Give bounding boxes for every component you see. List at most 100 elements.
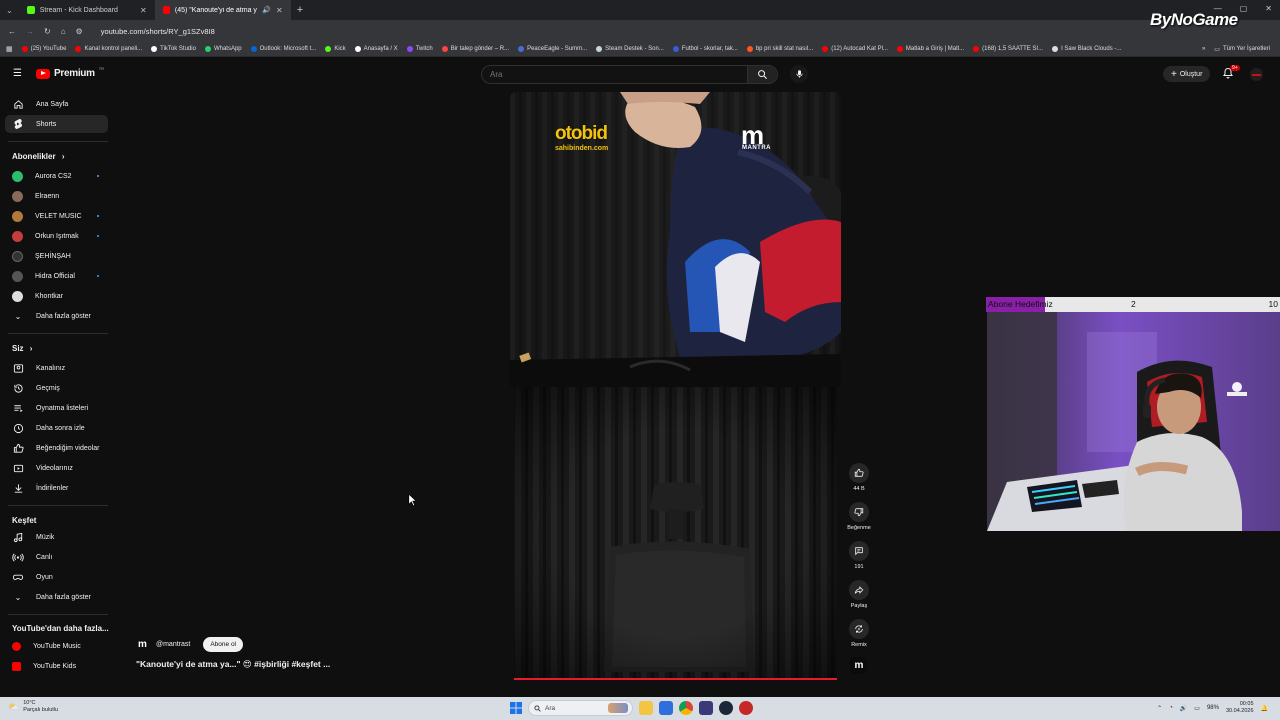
weather-widget[interactable]: ⛅ 10°C Parçalı bulutlu <box>8 700 58 714</box>
sidebar-item-subscription[interactable]: Elraenn <box>5 187 108 205</box>
bookmark[interactable]: (25) YouTube <box>21 46 66 52</box>
taskbar-search[interactable]: Ara <box>528 700 633 716</box>
avatar[interactable] <box>1250 68 1263 81</box>
sidebar-item-playlists[interactable]: Oynatma listeleri <box>5 399 108 417</box>
clock[interactable]: 00:05 30.04.2026 <box>1226 701 1254 715</box>
sidebar-item-history[interactable]: Geçmiş <box>5 379 108 397</box>
close-icon[interactable]: ✕ <box>276 6 283 15</box>
apps-icon[interactable]: ▦ <box>6 45 13 53</box>
show-hidden-icons-icon[interactable]: ⌃ <box>1157 705 1162 712</box>
shorts-video-bottom[interactable] <box>514 387 837 680</box>
bookmark[interactable]: Anasayfa / X <box>354 46 398 52</box>
sidebar-item-subscription[interactable]: Aurora CS2 <box>5 167 108 185</box>
bookmark[interactable]: Outlook: Microsoft t... <box>250 46 316 52</box>
sidebar-item-downloads[interactable]: İndirilenler <box>5 479 108 497</box>
tab-youtube-short[interactable]: (45) "Kanoute'yi de atma ya... 🔊 ✕ <box>154 0 291 20</box>
forward-icon[interactable]: → <box>26 27 34 36</box>
menu-icon[interactable]: ☰ <box>13 68 22 79</box>
short-title[interactable]: "Kanoute'yi de atma ya..." 😍 #işbirliği … <box>136 659 330 670</box>
bookmark[interactable]: Kanal kontrol paneli... <box>75 46 142 52</box>
record-app-icon[interactable] <box>739 701 753 715</box>
remix-button[interactable] <box>849 619 869 639</box>
bookmark[interactable]: I Saw Black Clouds -... <box>1052 46 1121 52</box>
bookmark[interactable]: PeaceEagle - Summ... <box>518 46 587 52</box>
sidebar-item-subscription[interactable]: Khontkar <box>5 287 108 305</box>
comment-icon <box>855 547 863 556</box>
url-field[interactable]: youtube.com/shorts/RY_g1SZv8I8 <box>101 27 215 36</box>
like-icon <box>11 443 25 454</box>
create-button[interactable]: + Oluştur <box>1163 66 1211 82</box>
volume-icon[interactable]: 🔊 <box>1180 705 1187 712</box>
more-bookmarks-icon[interactable]: » <box>1202 46 1205 52</box>
sidebar-item-music[interactable]: Müzik <box>5 528 108 546</box>
channel-thumbnail-logo[interactable]: m <box>850 657 867 674</box>
mail-app-icon[interactable] <box>659 701 673 715</box>
tab-list-icon[interactable]: ⌄ <box>6 6 13 15</box>
maximize-icon[interactable]: ▢ <box>1240 4 1248 13</box>
bookmark[interactable]: (168) 1,5 SAATTE SI... <box>973 46 1043 52</box>
youtube-logo[interactable]: Premium TR <box>36 66 104 79</box>
network-icon[interactable]: ◔ <box>1169 705 1173 711</box>
thumbs-down-icon <box>854 508 864 517</box>
reload-icon[interactable]: ↻ <box>44 27 51 36</box>
bookmark[interactable]: (12) Autocad Kat Pl... <box>822 46 888 52</box>
like-button[interactable] <box>849 463 869 483</box>
comments-button[interactable] <box>849 541 869 561</box>
channel-logo[interactable]: m <box>138 638 151 651</box>
tab-title: Stream - Kick Dashboard <box>39 6 118 14</box>
chevron-down-icon: ⌄ <box>14 592 22 602</box>
video-progress-bar[interactable] <box>514 678 837 680</box>
new-tab-icon[interactable]: + <box>297 4 303 16</box>
dislike-button[interactable] <box>849 502 869 522</box>
bookmark[interactable]: Bir talep gönder – R... <box>441 46 509 52</box>
subscribe-button[interactable]: Abone ol <box>203 637 244 652</box>
sidebar-item-watch-later[interactable]: Daha sonra izle <box>5 419 108 437</box>
sidebar-item-your-videos[interactable]: Videolarınız <box>5 459 108 477</box>
battery-icon[interactable]: ▭ <box>1194 705 1200 712</box>
show-more-explore[interactable]: ⌄ Daha fazla göster <box>5 588 108 606</box>
sidebar-item-subscription[interactable]: VELET MUSIC <box>5 207 108 225</box>
bookmark[interactable]: bp pri skill stat nasıl... <box>746 46 813 52</box>
bookmark[interactable]: WhatsApp <box>204 46 242 52</box>
sidebar-item-youtube-music[interactable]: YouTube Music <box>5 637 108 655</box>
bookmark[interactable]: Matlab a Giriş | Matl... <box>896 46 964 52</box>
all-bookmarks[interactable]: ▭ Tüm Yer İşaretleri <box>1214 46 1270 53</box>
app-icon[interactable] <box>699 701 713 715</box>
site-info-icon[interactable]: ⚙ <box>76 27 83 36</box>
show-more-subscriptions[interactable]: ⌄ Daha fazla göster <box>5 307 108 325</box>
share-button[interactable] <box>849 580 869 600</box>
bookmark[interactable]: Futbol - skorlar, tak... <box>672 46 738 52</box>
windows-start-icon[interactable] <box>510 702 522 714</box>
bookmark[interactable]: Steam Destek - Son... <box>596 46 664 52</box>
you-header[interactable]: Siz › <box>12 344 32 353</box>
sidebar-item-home[interactable]: Ana Sayfa <box>5 95 108 113</box>
home-browser-icon[interactable]: ⌂ <box>61 27 66 36</box>
sidebar-item-your-channel[interactable]: Kanalınız <box>5 359 108 377</box>
bookmark[interactable]: Kick <box>325 46 346 52</box>
sidebar-item-live[interactable]: Canlı <box>5 548 108 566</box>
bookmark[interactable]: Twitch <box>406 46 433 52</box>
search-input[interactable] <box>490 70 730 79</box>
notifications-icon[interactable]: 🔔 <box>1261 705 1268 712</box>
steam-icon[interactable] <box>719 701 733 715</box>
close-window-icon[interactable]: ✕ <box>1265 4 1272 13</box>
channel-name[interactable]: @mantrast <box>156 641 190 648</box>
sidebar-item-subscription[interactable]: ŞEHİNŞAH <box>5 247 108 265</box>
file-explorer-icon[interactable] <box>639 701 653 715</box>
voice-search-button[interactable] <box>790 65 808 83</box>
sidebar-item-subscription[interactable]: Orkun Işıtmak <box>5 227 108 245</box>
sidebar-item-subscription[interactable]: Hidra Official <box>5 267 108 285</box>
tab-kick-dashboard[interactable]: Stream - Kick Dashboard ✕ <box>19 0 155 20</box>
close-icon[interactable]: ✕ <box>140 6 147 15</box>
sidebar-item-liked-videos[interactable]: Beğendiğim videolar <box>5 439 108 457</box>
back-icon[interactable]: ← <box>8 27 16 36</box>
home-icon <box>11 99 25 110</box>
sidebar-item-gaming[interactable]: Oyun <box>5 568 108 586</box>
subscriptions-header[interactable]: Abonelikler › <box>12 152 64 161</box>
sidebar-item-youtube-kids[interactable]: YouTube Kids <box>5 657 108 675</box>
chrome-icon[interactable] <box>679 701 693 715</box>
sidebar-item-shorts[interactable]: Shorts <box>5 115 108 133</box>
search-button[interactable] <box>747 66 777 83</box>
audio-icon[interactable]: 🔊 <box>262 6 271 14</box>
bookmark[interactable]: TikTok Studio <box>151 46 196 52</box>
